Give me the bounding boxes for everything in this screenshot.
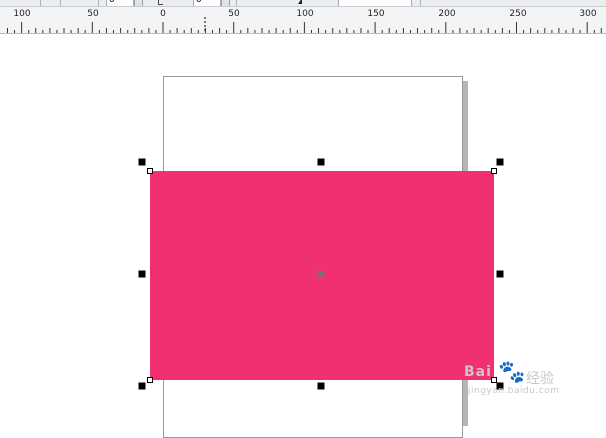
resize-handle-left[interactable] [138,270,146,278]
resize-handle-bottom-left[interactable] [138,382,146,390]
position-x-input[interactable]: 0 [106,0,134,6]
resize-handle-top-left[interactable] [138,158,146,166]
ruler-label: 100 [296,9,314,19]
ruler-label: 100 [13,9,31,19]
watermark-url: jingyan.baidu.com [468,386,560,396]
ruler-label: 250 [509,9,527,19]
drawing-canvas[interactable]: × Bai 🐾 经验 jingyan.baidu.com [0,34,606,438]
resize-handle-right[interactable] [496,270,504,278]
horizontal-ruler[interactable]: 100 50 0 50 100 150 200 250 300 [0,7,606,34]
mirror-icon[interactable] [298,0,302,4]
ruler-label: 150 [367,9,385,19]
x-marker-icon[interactable]: × [316,268,326,280]
watermark: Bai 🐾 经验 jingyan.baidu.com [462,360,592,414]
position-x-spinner[interactable] [134,0,143,6]
ruler-label: 50 [87,9,99,19]
ruler-label: 300 [579,9,597,19]
corner-node[interactable] [147,377,153,383]
lock-bracket-icon [158,0,163,5]
resize-handle-bottom[interactable] [317,382,325,390]
toolbar-separator [98,0,99,6]
corner-node[interactable] [491,168,497,174]
watermark-brand: Bai [464,364,492,380]
resize-handle-top[interactable] [317,158,325,166]
resize-handle-top-right[interactable] [496,158,504,166]
corner-node[interactable] [147,168,153,174]
property-bar: 0 0 [0,0,606,7]
paw-icon: 🐾 [498,360,526,385]
ruler-label: 50 [228,9,240,19]
position-y-spinner[interactable] [221,0,230,6]
toolbar-separator [40,0,41,6]
toolbar-separator [420,0,421,6]
watermark-brand-cn: 经验 [526,371,554,387]
toolbar-separator [60,0,61,6]
style-dropdown[interactable] [338,0,412,6]
position-y-input[interactable]: 0 [193,0,221,6]
ruler-label: 0 [160,9,166,19]
toolbar-separator [236,0,237,6]
ruler-label: 200 [438,9,456,19]
